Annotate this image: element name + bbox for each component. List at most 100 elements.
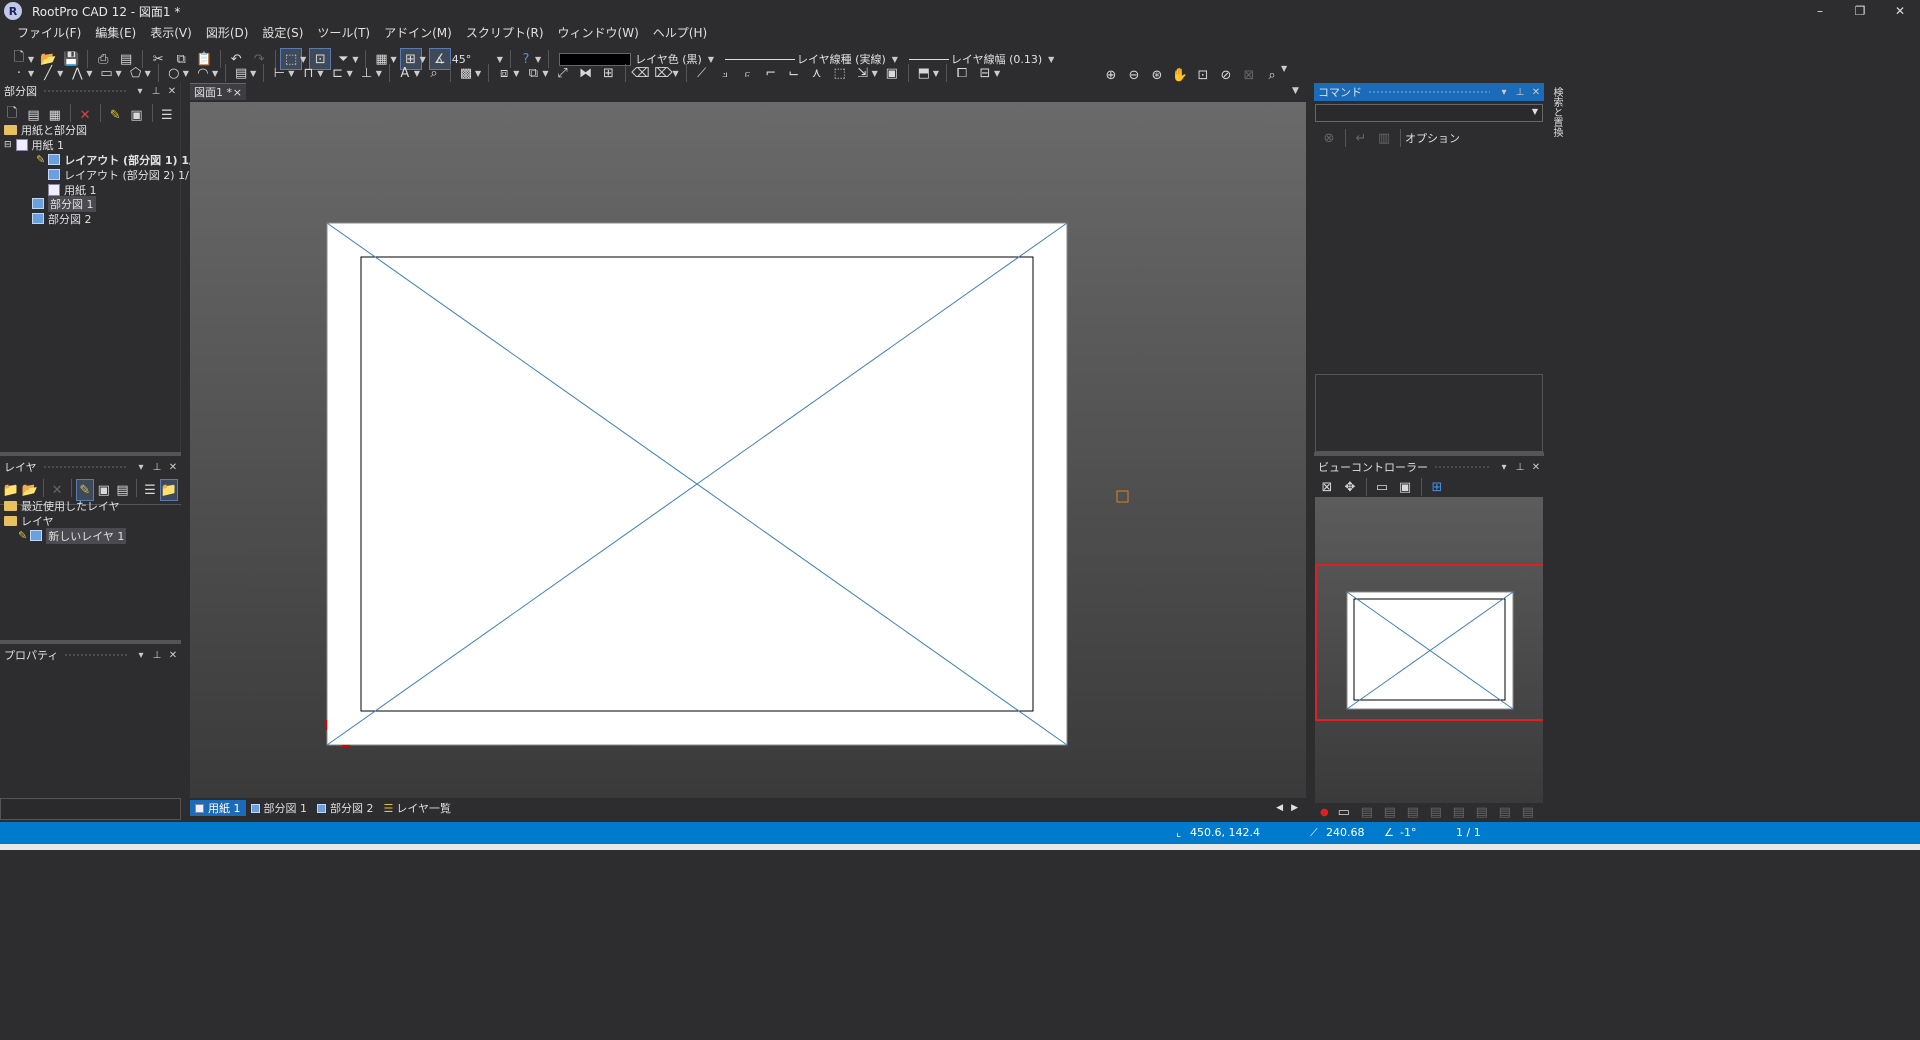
break-icon[interactable]: ⟔ <box>737 62 759 84</box>
minimize-button[interactable]: – <box>1800 0 1840 22</box>
pin-icon[interactable]: ⊥ <box>148 86 164 97</box>
offset-icon[interactable]: ⬚ <box>829 62 851 84</box>
arc-icon[interactable]: ◠ <box>192 62 214 84</box>
zoom-previous-icon[interactable]: ⊘ <box>1215 64 1237 86</box>
panel-close-icon[interactable]: ✕ <box>165 650 181 661</box>
record-dot-icon[interactable]: ● <box>1320 807 1329 818</box>
tree-item-part-1[interactable]: 部分図 1 <box>32 195 96 212</box>
tree-item-part-2[interactable]: 部分図 2 <box>32 211 92 226</box>
layer-folder-view-icon[interactable]: 📁 <box>159 479 179 501</box>
circle-icon[interactable]: ○ <box>163 62 185 84</box>
horizontal-dimension-icon[interactable]: ⊓ <box>297 62 319 84</box>
extend-icon[interactable]: ⟓ <box>714 62 736 84</box>
tree-item-recent-layers[interactable]: 最近使用したレイヤ <box>4 498 120 513</box>
menu-settings[interactable]: 設定(S) <box>255 23 310 43</box>
list-view-icon[interactable]: ☰ <box>157 104 177 126</box>
line-icon[interactable]: ╱ <box>37 62 59 84</box>
pin-icon[interactable]: ⊥ <box>149 650 165 661</box>
panel-close-icon[interactable]: ✕ <box>1528 462 1544 473</box>
tree-item-layers-folder[interactable]: レイヤ <box>4 513 54 528</box>
zoom-in-icon[interactable]: ⊕ <box>1100 64 1122 86</box>
panel-menu-icon[interactable]: ▾ <box>133 650 149 661</box>
view-slot-1-icon[interactable]: ▤ <box>1356 801 1378 823</box>
trim-icon[interactable]: ⟋ <box>691 62 713 84</box>
copy-shape-icon[interactable]: ⧉ <box>522 62 544 84</box>
sheet-tab-part-1[interactable]: 部分図 1 <box>246 800 313 816</box>
splitter[interactable] <box>1314 452 1544 456</box>
pan-hand-icon[interactable]: ✋ <box>1169 64 1191 86</box>
fillet-icon[interactable]: ⌙ <box>783 62 805 84</box>
polyline-icon[interactable]: ⋀ <box>66 62 88 84</box>
stretch-icon[interactable]: ⇲ <box>852 62 874 84</box>
polygon-icon[interactable]: ⬠ <box>125 62 147 84</box>
menu-window[interactable]: ウィンドウ(W) <box>551 23 646 43</box>
zoom-extents-icon[interactable]: ⊠ <box>1238 64 1260 86</box>
scale-icon[interactable]: ⤢ <box>552 62 574 84</box>
scroll-left-icon[interactable]: ◀ <box>1276 803 1283 813</box>
leader-icon[interactable]: A <box>394 62 416 84</box>
hatch-icon[interactable]: ▩ <box>455 62 477 84</box>
enter-icon[interactable]: ↵ <box>1350 127 1372 149</box>
splitter[interactable] <box>0 640 181 644</box>
menu-script[interactable]: スクリプト(R) <box>459 23 551 43</box>
cancel-command-icon[interactable]: ⊗ <box>1318 127 1340 149</box>
splitter[interactable] <box>0 452 181 456</box>
rectangle-icon[interactable]: ▭ <box>95 62 117 84</box>
command-dropdown-icon[interactable]: ▼ <box>1532 107 1538 116</box>
restore-button[interactable]: ❐ <box>1840 0 1880 22</box>
panel-menu-icon[interactable]: ▾ <box>133 462 149 473</box>
menu-edit[interactable]: 編集(E) <box>88 23 143 43</box>
edit-pencil-icon[interactable]: ✎ <box>105 104 125 126</box>
view-slot-2-icon[interactable]: ▤ <box>1379 801 1401 823</box>
paper-view-icon[interactable]: ▭ <box>1371 476 1393 498</box>
layout-icon[interactable]: ⊟ <box>974 62 996 84</box>
command-input[interactable]: ▼ <box>1315 104 1543 122</box>
panel-menu-icon[interactable]: ▾ <box>132 86 148 97</box>
command-history-icon[interactable]: ▥ <box>1373 127 1395 149</box>
point-icon[interactable]: · <box>8 62 30 84</box>
chamfer-icon[interactable]: ⋏ <box>806 62 828 84</box>
zoom-options-icon[interactable]: ⌕ <box>1261 64 1283 86</box>
zoom-window-icon[interactable]: ⊛ <box>1146 64 1168 86</box>
menu-addin[interactable]: アドイン(M) <box>377 23 459 43</box>
layer-list-icon[interactable]: ☰ <box>141 479 159 501</box>
drawing-canvas[interactable] <box>190 102 1306 798</box>
close-button[interactable]: ✕ <box>1880 0 1920 22</box>
view-controller-preview[interactable] <box>1315 497 1543 803</box>
tree-item-sheets-folder[interactable]: 用紙と部分図 <box>4 122 87 137</box>
grid-view-icon[interactable]: ⊞ <box>1426 476 1448 498</box>
view-slot-4-icon[interactable]: ▤ <box>1425 801 1447 823</box>
zoom-fit-icon[interactable]: ⊡ <box>1192 64 1214 86</box>
tree-item-layout-1[interactable]: ✎ レイアウト (部分図 1) 1/1 <box>36 152 201 167</box>
order-icon[interactable]: ⧠ <box>951 62 973 84</box>
menu-view[interactable]: 表示(V) <box>143 23 199 43</box>
zoom-out-icon[interactable]: ⊖ <box>1123 64 1145 86</box>
pin-icon[interactable]: ⊥ <box>1512 462 1528 473</box>
option-label[interactable]: オプション <box>1405 130 1460 146</box>
tree-item-sheet[interactable]: ⊟ 用紙 1 <box>4 137 64 152</box>
serial-dimension-icon[interactable]: ⊥ <box>356 62 378 84</box>
panel-menu-icon[interactable]: ▾ <box>1496 462 1512 473</box>
property-input[interactable] <box>0 798 181 820</box>
erase-icon[interactable]: ⌫ <box>630 62 652 84</box>
properties-change-icon[interactable]: ▣ <box>881 62 903 84</box>
pin-icon[interactable]: ⊥ <box>149 462 165 473</box>
scroll-right-icon[interactable]: ▶ <box>1291 803 1298 813</box>
measure-icon[interactable]: ⌕ <box>423 62 445 84</box>
mirror-icon[interactable]: ⧓ <box>575 62 597 84</box>
properties-icon[interactable]: ▣ <box>126 104 146 126</box>
panel-close-icon[interactable]: ✕ <box>165 462 181 473</box>
save-view-icon[interactable]: ▭ <box>1333 801 1355 823</box>
pan-view-icon[interactable]: ✥ <box>1339 476 1361 498</box>
group-icon[interactable]: ⬒ <box>913 62 935 84</box>
view-slot-3-icon[interactable]: ▤ <box>1402 801 1424 823</box>
side-tab-search-replace[interactable]: 検索と置換 <box>1546 83 1564 153</box>
menu-file[interactable]: ファイル(F) <box>10 23 88 43</box>
view-slot-7-icon[interactable]: ▤ <box>1494 801 1516 823</box>
document-tab[interactable]: 図面1 * × <box>190 83 246 100</box>
move-icon[interactable]: ⧈ <box>493 62 515 84</box>
tab-list-dropdown-icon[interactable]: ▼ <box>1292 86 1299 96</box>
panel-close-icon[interactable]: ✕ <box>1528 87 1544 98</box>
angular-dimension-icon[interactable]: ⊏ <box>327 62 349 84</box>
window-view-icon[interactable]: ▣ <box>1394 476 1416 498</box>
